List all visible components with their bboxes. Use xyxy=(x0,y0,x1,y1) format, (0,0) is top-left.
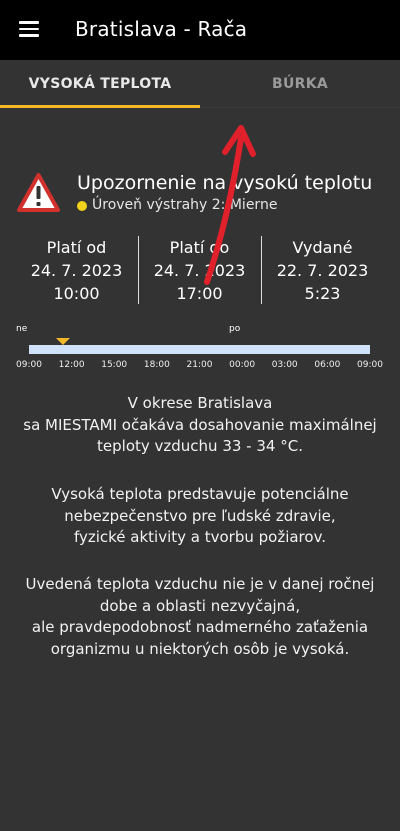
timeline-tick: 12:00 xyxy=(58,360,85,370)
description-line: ale pravdepodobnosť nadmerného zaťaženia xyxy=(31,618,369,636)
description-line: nebezpečenstvo pre ľudské zdravie, xyxy=(64,506,336,525)
valid-from-date: 24. 7. 2023 xyxy=(30,261,123,280)
tab-storm[interactable]: BÚRKA xyxy=(200,60,400,108)
warning-level-dot xyxy=(77,201,87,211)
app-title: Bratislava - Rača xyxy=(75,17,248,41)
issued-time: 5:23 xyxy=(304,284,341,303)
tab-high-temperature[interactable]: VYSOKÁ TEPLOTA xyxy=(0,60,200,108)
issued-date: 22. 7. 2023 xyxy=(276,261,369,280)
timeline-tick: 00:00 xyxy=(229,360,256,370)
timeline-day-label: ne xyxy=(16,324,28,334)
valid-from-label: Platí od xyxy=(46,238,107,257)
timeline-bar xyxy=(29,345,370,354)
timeline-tick: 09:00 xyxy=(16,360,42,370)
description-line: V okrese Bratislava xyxy=(127,394,273,412)
warning-triangle-icon xyxy=(17,173,60,212)
description-line: organizmu u niektorých osôb je vysoká. xyxy=(50,639,350,658)
valid-from-time: 10:00 xyxy=(53,284,100,303)
timeline-marker xyxy=(56,338,70,345)
hamburger-menu-icon[interactable] xyxy=(19,21,39,37)
description-line: teploty vzduchu 33 - 34 °C. xyxy=(97,437,303,455)
timeline-tick: 06:00 xyxy=(314,360,341,370)
description-paragraph: Uvedená teplota vzduchu nie je v danej r… xyxy=(10,574,390,660)
description-line: Vysoká teplota predstavuje potenciálne xyxy=(51,485,349,503)
timeline-tick: 09:00 xyxy=(357,360,383,370)
description-line: fyzické aktivity a tvorbu požiarov. xyxy=(73,528,327,546)
description-paragraph: Vysoká teplota predstavuje potenciálne n… xyxy=(10,484,390,549)
timeline-tick: 15:00 xyxy=(101,360,128,370)
active-tab-indicator xyxy=(0,105,200,108)
tab-bar: VYSOKÁ TEPLOTA BÚRKA xyxy=(0,60,400,108)
timeline-tick: 18:00 xyxy=(143,360,170,370)
timeline-day-label: po xyxy=(229,324,241,334)
issued-label: Vydané xyxy=(292,238,353,257)
description-paragraph: V okrese Bratislava sa MIESTAMI očakáva … xyxy=(10,393,390,458)
timeline-tick: 03:00 xyxy=(271,360,298,370)
issued: Vydané 22. 7. 2023 5:23 xyxy=(260,236,385,306)
valid-from: Platí od 24. 7. 2023 10:00 xyxy=(14,236,139,306)
description-line: dobe a oblasti nezvyčajná, xyxy=(99,596,301,615)
timeline-tick: 21:00 xyxy=(186,360,213,370)
annotation-arrow-icon xyxy=(204,125,256,285)
app-bar: Bratislava - Rača xyxy=(0,0,400,60)
description-line: sa MIESTAMI očakáva dosahovanie maximáln… xyxy=(23,415,377,434)
description-line: Uvedená teplota vzduchu nie je v danej r… xyxy=(25,575,375,593)
